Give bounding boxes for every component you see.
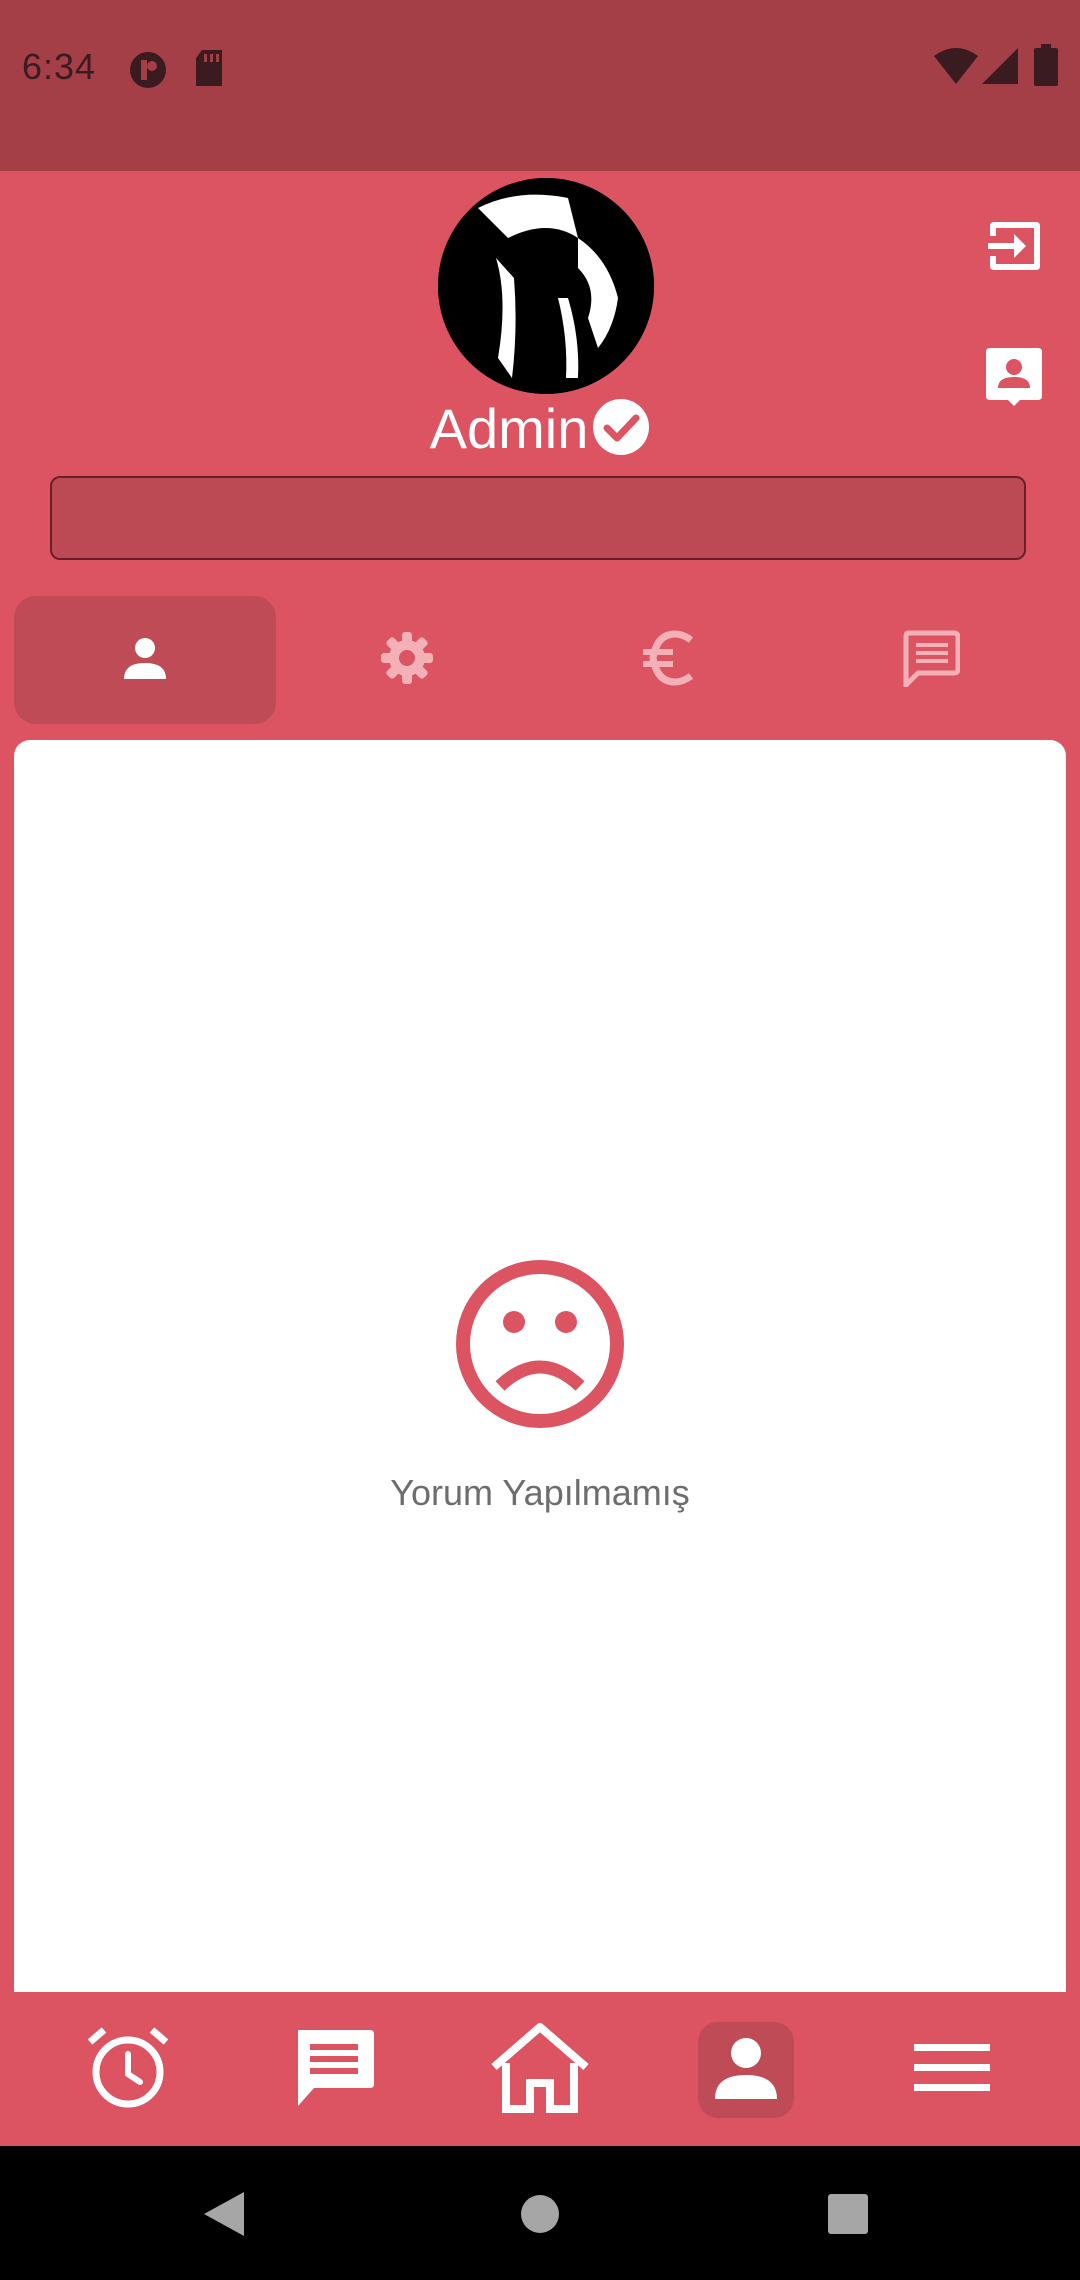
verified-badge-icon [592, 398, 650, 461]
chat-icon [292, 2026, 376, 2115]
nav-menu[interactable] [904, 2022, 1000, 2118]
battery-icon [1034, 44, 1058, 91]
tab-messages[interactable] [800, 596, 1062, 724]
logout-icon[interactable] [984, 216, 1044, 281]
nav-chat[interactable] [286, 2022, 382, 2118]
home-circle-icon[interactable] [520, 2194, 560, 2239]
person-icon [120, 633, 170, 688]
profile-avatar[interactable] [438, 178, 654, 394]
status-time: 6:34 [22, 46, 97, 87]
empty-state-text: Yorum Yapılmamış [390, 1472, 690, 1513]
tab-settings[interactable] [276, 596, 538, 724]
sd-card-icon [194, 50, 224, 91]
system-nav-bar [0, 2146, 1080, 2280]
nav-profile[interactable] [698, 2022, 794, 2118]
alarm-icon [86, 2026, 170, 2115]
bottom-nav [0, 1992, 1080, 2146]
menu-icon [914, 2040, 990, 2101]
status-bar: 6:34 [0, 0, 1080, 171]
tab-profile[interactable] [14, 596, 276, 724]
username: Admin [429, 397, 589, 460]
tab-earnings[interactable] [538, 596, 800, 724]
profile-icon [711, 2033, 781, 2108]
app-notification-icon [128, 50, 168, 95]
message-icon [902, 629, 961, 692]
signal-icon [982, 48, 1018, 89]
bio-field[interactable] [50, 476, 1026, 560]
settings-icon [379, 630, 435, 691]
nav-alarm[interactable] [80, 2022, 176, 2118]
back-icon[interactable] [204, 2192, 244, 2241]
recents-icon[interactable] [828, 2194, 868, 2239]
nav-home[interactable] [490, 2022, 590, 2118]
sad-face-icon [454, 1258, 626, 1435]
contact-card-icon[interactable] [984, 346, 1044, 413]
wifi-icon [934, 48, 978, 89]
username-row: Admin [0, 394, 1080, 464]
home-icon [490, 2022, 590, 2118]
euro-icon [641, 629, 697, 691]
comments-panel: Yorum Yapılmamış [14, 740, 1066, 1992]
